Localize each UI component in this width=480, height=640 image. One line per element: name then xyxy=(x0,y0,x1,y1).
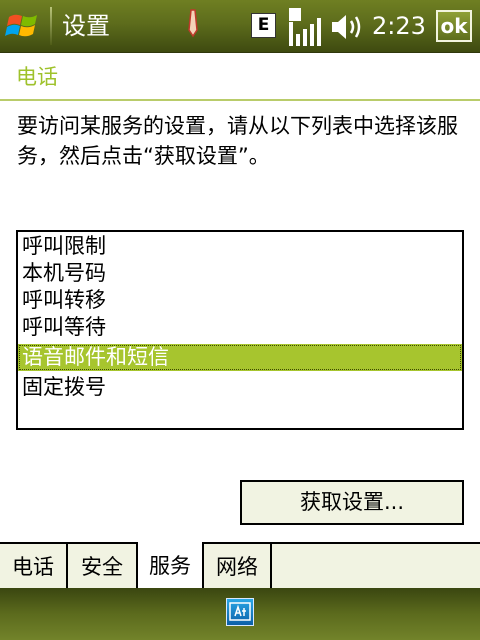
services-listbox[interactable]: 呼叫限制 本机号码 呼叫转移 呼叫等待 语音邮件和短信 固定拨号 xyxy=(16,230,464,430)
list-item-call-barring[interactable]: 呼叫限制 xyxy=(18,233,462,260)
window-title: 设置 xyxy=(62,12,110,40)
page-heading: 电话 xyxy=(16,65,58,89)
list-item-call-forwarding[interactable]: 呼叫转移 xyxy=(18,287,462,314)
list-item-fixed-dialing[interactable]: 固定拨号 xyxy=(18,374,462,401)
keyboard-icon xyxy=(229,602,251,621)
volume-icon[interactable] xyxy=(330,12,366,42)
input-panel-icon[interactable] xyxy=(226,598,254,626)
pen-input-icon[interactable] xyxy=(186,8,200,38)
tab-network[interactable]: 网络 xyxy=(204,544,272,590)
get-settings-button[interactable]: 获取设置... xyxy=(240,480,464,525)
tab-services[interactable]: 服务 xyxy=(136,542,204,590)
tab-bar: 电话 安全 服务 网络 xyxy=(0,542,480,590)
title-separator xyxy=(50,7,52,45)
list-item-caller-id[interactable]: 本机号码 xyxy=(18,260,462,287)
edge-letter: E xyxy=(257,15,270,35)
title-bar: 设置 E 2:23 ok xyxy=(0,0,480,53)
instructions-text: 要访问某服务的设置，请从以下列表中选择该服务，然后点击“获取设置”。 xyxy=(17,114,458,168)
tab-security[interactable]: 安全 xyxy=(68,544,138,590)
edge-data-icon[interactable]: E xyxy=(251,13,276,38)
clock[interactable]: 2:23 xyxy=(372,11,426,41)
signal-strength-icon[interactable] xyxy=(289,8,321,46)
list-item-voicemail-sms[interactable]: 语音邮件和短信 xyxy=(18,344,462,371)
windows-start-icon xyxy=(5,14,37,37)
heading-divider xyxy=(0,99,480,101)
start-menu-button[interactable] xyxy=(0,0,50,52)
ok-button[interactable]: ok xyxy=(436,10,472,42)
tab-phone[interactable]: 电话 xyxy=(0,544,68,590)
list-item-call-waiting[interactable]: 呼叫等待 xyxy=(18,314,462,341)
